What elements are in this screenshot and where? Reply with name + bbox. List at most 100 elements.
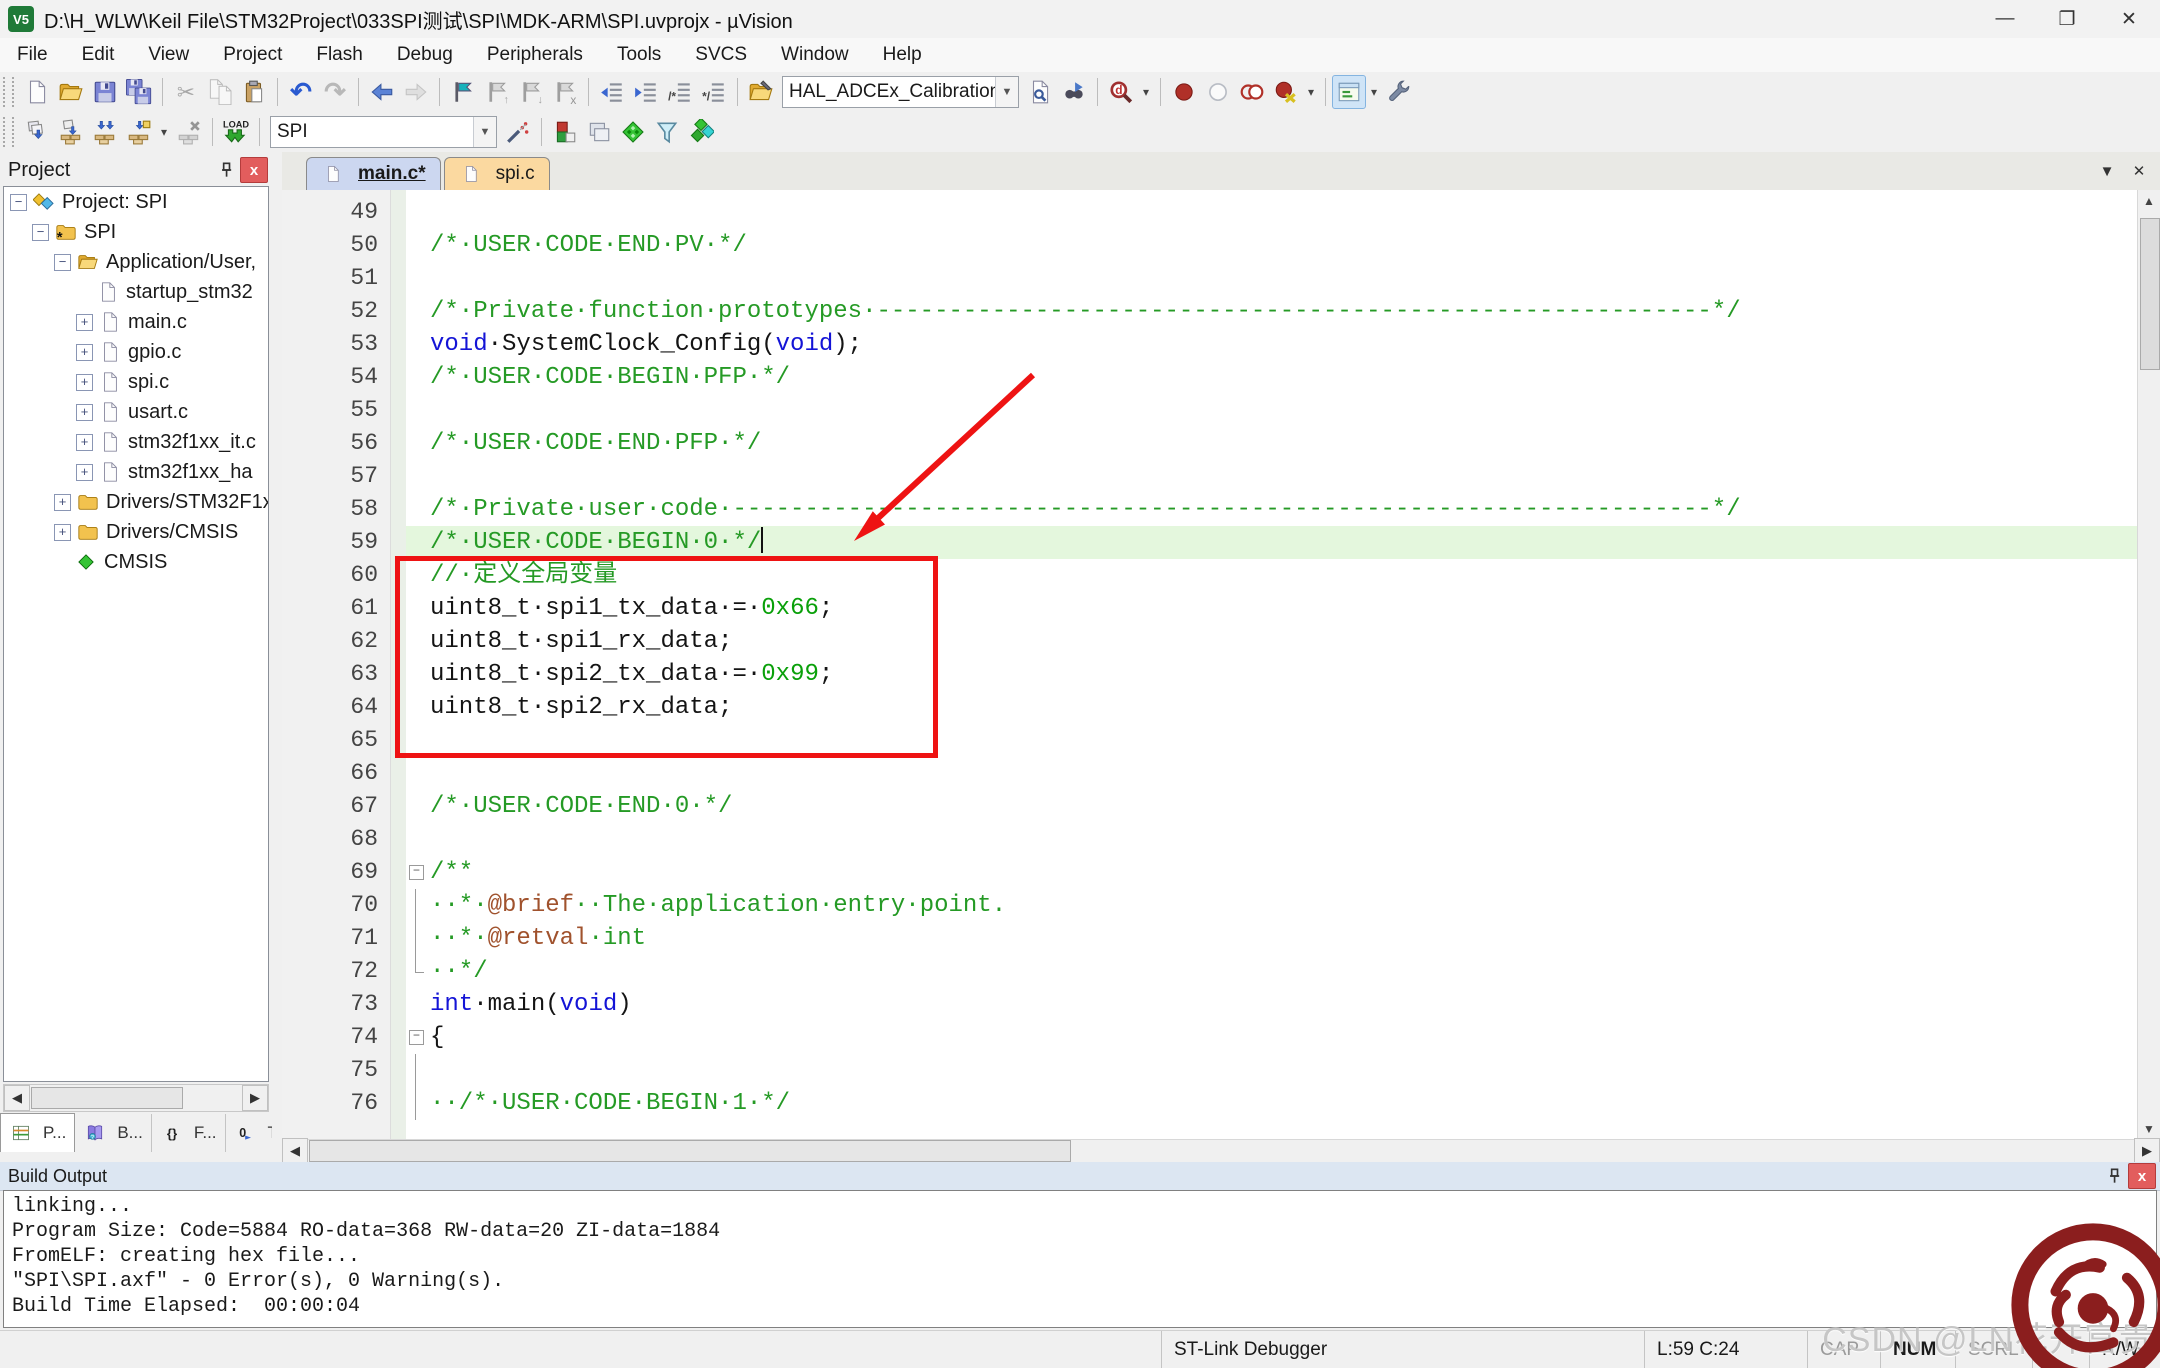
batch-dropdown[interactable]: ▾ bbox=[156, 116, 172, 148]
scroll-down-icon[interactable]: ▼ bbox=[2138, 1118, 2160, 1140]
build-button[interactable] bbox=[54, 115, 88, 149]
edit-config-button[interactable] bbox=[744, 75, 778, 109]
code-line-68[interactable]: 68 bbox=[282, 823, 2138, 856]
target-combo-dropdown-icon[interactable]: ▼ bbox=[473, 117, 496, 147]
tree-item-spi-c[interactable]: + spi.c bbox=[4, 367, 268, 397]
expand-icon[interactable]: + bbox=[76, 313, 93, 331]
collapse-icon[interactable]: − bbox=[54, 253, 71, 271]
comment-button[interactable]: /* bbox=[663, 75, 697, 109]
fold-collapse-icon[interactable]: − bbox=[409, 1030, 424, 1045]
breakpoint-toggle-button[interactable] bbox=[1167, 75, 1201, 109]
wrench-button[interactable] bbox=[1382, 75, 1416, 109]
project-hscrollbar[interactable]: ◀ ▶ bbox=[3, 1084, 269, 1112]
bookmark-button[interactable] bbox=[446, 75, 480, 109]
editor-vscrollbar[interactable]: ▲ ▼ bbox=[2137, 190, 2160, 1140]
code-line-73[interactable]: 73 int·main(void) bbox=[282, 988, 2138, 1021]
code-line-70[interactable]: 70 ··*·@brief··The·application·entry·poin… bbox=[282, 889, 2138, 922]
restore-button[interactable]: ❐ bbox=[2036, 0, 2098, 38]
menu-flash[interactable]: Flash bbox=[299, 38, 379, 72]
target-combo[interactable]: SPI ▼ bbox=[270, 116, 497, 148]
search-combo[interactable]: HAL_ADCEx_Calibration_S▼ bbox=[782, 76, 1019, 108]
indent-button[interactable] bbox=[629, 75, 663, 109]
minimize-button[interactable]: — bbox=[1974, 0, 2036, 38]
new-file-button[interactable] bbox=[20, 75, 54, 109]
scroll-thumb[interactable] bbox=[309, 1140, 1071, 1162]
tree-item-main-c[interactable]: + main.c bbox=[4, 307, 268, 337]
find-button[interactable]: d bbox=[1104, 75, 1138, 109]
editor-hscrollbar[interactable]: ◀ ▶ bbox=[282, 1138, 2160, 1164]
scroll-right-icon[interactable]: ▶ bbox=[242, 1085, 268, 1111]
code-line-51[interactable]: 51 bbox=[282, 262, 2138, 295]
expand-icon[interactable]: + bbox=[76, 343, 93, 361]
breakpoint-enable-button[interactable] bbox=[1201, 75, 1235, 109]
bookmark-prev-button[interactable]: ↑ bbox=[480, 75, 514, 109]
outdent-button[interactable] bbox=[595, 75, 629, 109]
rebuild-button[interactable] bbox=[88, 115, 122, 149]
scroll-thumb[interactable] bbox=[2140, 218, 2160, 370]
find-dropdown[interactable]: ▾ bbox=[1138, 76, 1154, 108]
scroll-thumb[interactable] bbox=[31, 1087, 183, 1109]
bookmark-next-button[interactable]: ↓ bbox=[514, 75, 548, 109]
menu-project[interactable]: Project bbox=[206, 38, 299, 72]
load-button[interactable]: LOAD bbox=[219, 115, 253, 149]
code-line-52[interactable]: 52 /*·Private·function·prototypes·-------… bbox=[282, 295, 2138, 328]
uncomment-button[interactable]: */ bbox=[697, 75, 731, 109]
nav-back-button[interactable] bbox=[365, 75, 399, 109]
panel-tab-f[interactable]: {} F... bbox=[152, 1114, 226, 1152]
save-button[interactable] bbox=[88, 75, 122, 109]
code-line-66[interactable]: 66 bbox=[282, 757, 2138, 790]
components-button[interactable] bbox=[684, 115, 718, 149]
panel-tab-b[interactable]: ? B... bbox=[75, 1114, 152, 1152]
expand-icon[interactable]: + bbox=[54, 493, 71, 511]
expand-icon[interactable]: + bbox=[76, 403, 93, 421]
collapse-icon[interactable]: − bbox=[32, 223, 49, 241]
menu-view[interactable]: View bbox=[131, 38, 206, 72]
config-window-button[interactable] bbox=[1332, 75, 1366, 109]
expand-icon[interactable]: + bbox=[76, 433, 93, 451]
cut-button[interactable]: ✂ bbox=[169, 75, 203, 109]
pin-icon[interactable] bbox=[214, 158, 240, 182]
undo-button[interactable]: ↶ bbox=[284, 75, 318, 109]
search-next-button[interactable] bbox=[1057, 75, 1091, 109]
code-line-75[interactable]: 75 bbox=[282, 1054, 2138, 1087]
open-folder-button[interactable] bbox=[54, 75, 88, 109]
tree-item-stm32f1xx-it-c[interactable]: + stm32f1xx_it.c bbox=[4, 427, 268, 457]
fold-collapse-icon[interactable]: − bbox=[409, 865, 424, 880]
panel-splitter[interactable] bbox=[272, 152, 282, 1162]
toolbar-grip[interactable] bbox=[3, 117, 14, 147]
menu-tools[interactable]: Tools bbox=[600, 38, 678, 72]
expand-icon[interactable]: + bbox=[76, 373, 93, 391]
tab-list-icon[interactable]: ▼ bbox=[2096, 160, 2118, 182]
toolbar-grip[interactable] bbox=[3, 77, 14, 107]
tree-item-gpio-c[interactable]: + gpio.c bbox=[4, 337, 268, 367]
code-line-69[interactable]: 69 −/** bbox=[282, 856, 2138, 889]
code-line-74[interactable]: 74 −{ bbox=[282, 1021, 2138, 1054]
code-line-57[interactable]: 57 bbox=[282, 460, 2138, 493]
panel-tab-p[interactable]: P... bbox=[0, 1113, 76, 1152]
tree-item-startup-stm32[interactable]: startup_stm32 bbox=[4, 277, 268, 307]
menu-debug[interactable]: Debug bbox=[380, 38, 470, 72]
redo-button[interactable]: ↷ bbox=[318, 75, 352, 109]
menu-file[interactable]: File bbox=[0, 38, 65, 72]
code-line-72[interactable]: 72 ··*/ bbox=[282, 955, 2138, 988]
collapse-icon[interactable]: − bbox=[10, 193, 27, 211]
scroll-left-icon[interactable]: ◀ bbox=[4, 1085, 30, 1111]
find-in-files-button[interactable] bbox=[1023, 75, 1057, 109]
code-line-67[interactable]: 67 /*·USER·CODE·END·0·*/ bbox=[282, 790, 2138, 823]
tree-item-application-user-[interactable]: − Application/User, bbox=[4, 247, 268, 277]
debug-session-button[interactable] bbox=[548, 115, 582, 149]
code-line-59[interactable]: 59 /*·USER·CODE·BEGIN·0·*/ bbox=[282, 526, 2138, 559]
tree-item-drivers-cmsis[interactable]: + Drivers/CMSIS bbox=[4, 517, 268, 547]
batch-build-button[interactable] bbox=[122, 115, 156, 149]
tree-item-stm32f1xx-ha[interactable]: + stm32f1xx_ha bbox=[4, 457, 268, 487]
menu-help[interactable]: Help bbox=[866, 38, 939, 72]
nav-forward-button[interactable] bbox=[399, 75, 433, 109]
close-button[interactable]: ✕ bbox=[2098, 0, 2160, 38]
command-window-button[interactable] bbox=[582, 115, 616, 149]
code-line-55[interactable]: 55 bbox=[282, 394, 2138, 427]
code-line-58[interactable]: 58 /*·Private·user·code·-----------------… bbox=[282, 493, 2138, 526]
tab-close-icon[interactable]: ✕ bbox=[2128, 160, 2150, 182]
bookmark-clear-button[interactable]: x bbox=[548, 75, 582, 109]
editor-tab-spi-c[interactable]: spi.c bbox=[443, 157, 550, 190]
menu-peripherals[interactable]: Peripherals bbox=[470, 38, 600, 72]
